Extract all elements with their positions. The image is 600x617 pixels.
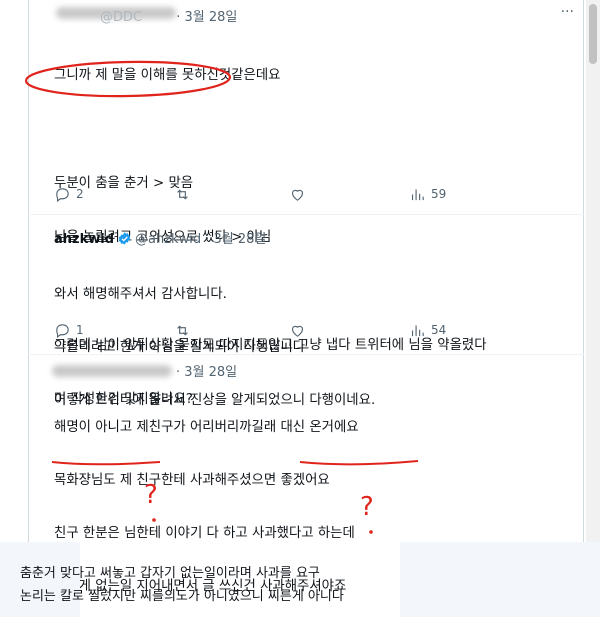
tweet-actions: 1 54 bbox=[54, 320, 474, 340]
reply-button[interactable]: 1 bbox=[54, 320, 84, 340]
tweet-text: 해명이 아니고 제친구가 어리버리까길래 대신 온거에요 목화쟝님도 제 친구한… bbox=[54, 385, 359, 617]
like-icon bbox=[291, 325, 304, 337]
retweet-icon bbox=[177, 188, 188, 200]
reply-button[interactable]: 2 bbox=[54, 184, 84, 204]
like-button[interactable] bbox=[289, 184, 306, 204]
tweet-header: · 3월 28일 bbox=[176, 361, 237, 380]
views-count: 54 bbox=[431, 323, 447, 337]
tweet-line: 목화쟝님도 제 친구한테 사과해주셨으면 좋겠어요 bbox=[54, 473, 330, 488]
tweet-actions: 2 59 bbox=[54, 184, 474, 204]
handle[interactable]: @ahzkwid bbox=[135, 232, 201, 247]
views-icon bbox=[411, 325, 424, 336]
like-button[interactable] bbox=[289, 320, 306, 340]
tweet-line: 그니까 제 말을 이해를 못하신것같은데요 bbox=[54, 68, 281, 83]
tweet-line: 친구 한분은 님한테 이야기 다 하고 사과했다고 하는데 bbox=[54, 526, 355, 541]
views-icon bbox=[411, 189, 424, 200]
tweet-line: 와서 해명해주셔서 감사합니다. bbox=[54, 287, 227, 302]
author-name[interactable]: ahzkwid bbox=[54, 232, 114, 247]
more-icon[interactable]: ··· bbox=[561, 4, 574, 20]
reply-count: 2 bbox=[76, 187, 84, 201]
tweet-2[interactable]: ahzkwid @ahzkwid · 3월 28일 와서 해명해주셔서 감사합니다… bbox=[28, 215, 584, 408]
views-button[interactable]: 59 bbox=[409, 184, 446, 204]
retweet-icon bbox=[177, 324, 188, 336]
tweet-date[interactable]: · 3월 28일 bbox=[176, 365, 237, 380]
retweet-button[interactable] bbox=[174, 320, 191, 340]
tweet-line bbox=[54, 121, 487, 141]
tweet-line: 해명이 아니고 제친구가 어리버리까길래 대신 온거에요 bbox=[54, 420, 359, 435]
tweet-date[interactable]: · 3월 28일 bbox=[205, 232, 266, 247]
verified-badge-icon bbox=[118, 232, 131, 245]
tweet-header: @DDC · 3월 28일 bbox=[100, 6, 237, 25]
tweet-1[interactable]: @DDC · 3월 28일 ··· 그니까 제 말을 이해를 못하신것같은데요 … bbox=[28, 0, 584, 407]
caption-line-2: 논리는 칼로 찔렀지만 찌를의도가 아니였으니 찌른게 아니다 bbox=[20, 589, 344, 604]
handle[interactable]: @DDC bbox=[100, 10, 142, 25]
background-decoration-right bbox=[400, 542, 600, 617]
tweet-date[interactable]: · 3월 28일 bbox=[176, 10, 237, 25]
views-button[interactable]: 54 bbox=[409, 320, 446, 340]
reply-count: 1 bbox=[76, 323, 84, 337]
tweet-header: ahzkwid @ahzkwid · 3월 28일 bbox=[54, 228, 266, 247]
scrollbar-thumb[interactable] bbox=[589, 4, 597, 64]
reply-icon bbox=[56, 187, 69, 202]
reply-icon bbox=[56, 323, 69, 338]
like-icon bbox=[291, 189, 304, 201]
scrollbar[interactable] bbox=[586, 0, 600, 542]
redacted-username bbox=[52, 365, 172, 377]
views-count: 59 bbox=[431, 187, 447, 201]
caption-line-1: 춤춘거 맞다고 써놓고 갑자기 없는일이라며 사과를 요구 bbox=[20, 566, 320, 581]
tweet-3[interactable]: · 3월 28일 해명이 아니고 제친구가 어리버리까길래 대신 온거에요 목화… bbox=[28, 355, 584, 594]
retweet-button[interactable] bbox=[174, 184, 191, 204]
